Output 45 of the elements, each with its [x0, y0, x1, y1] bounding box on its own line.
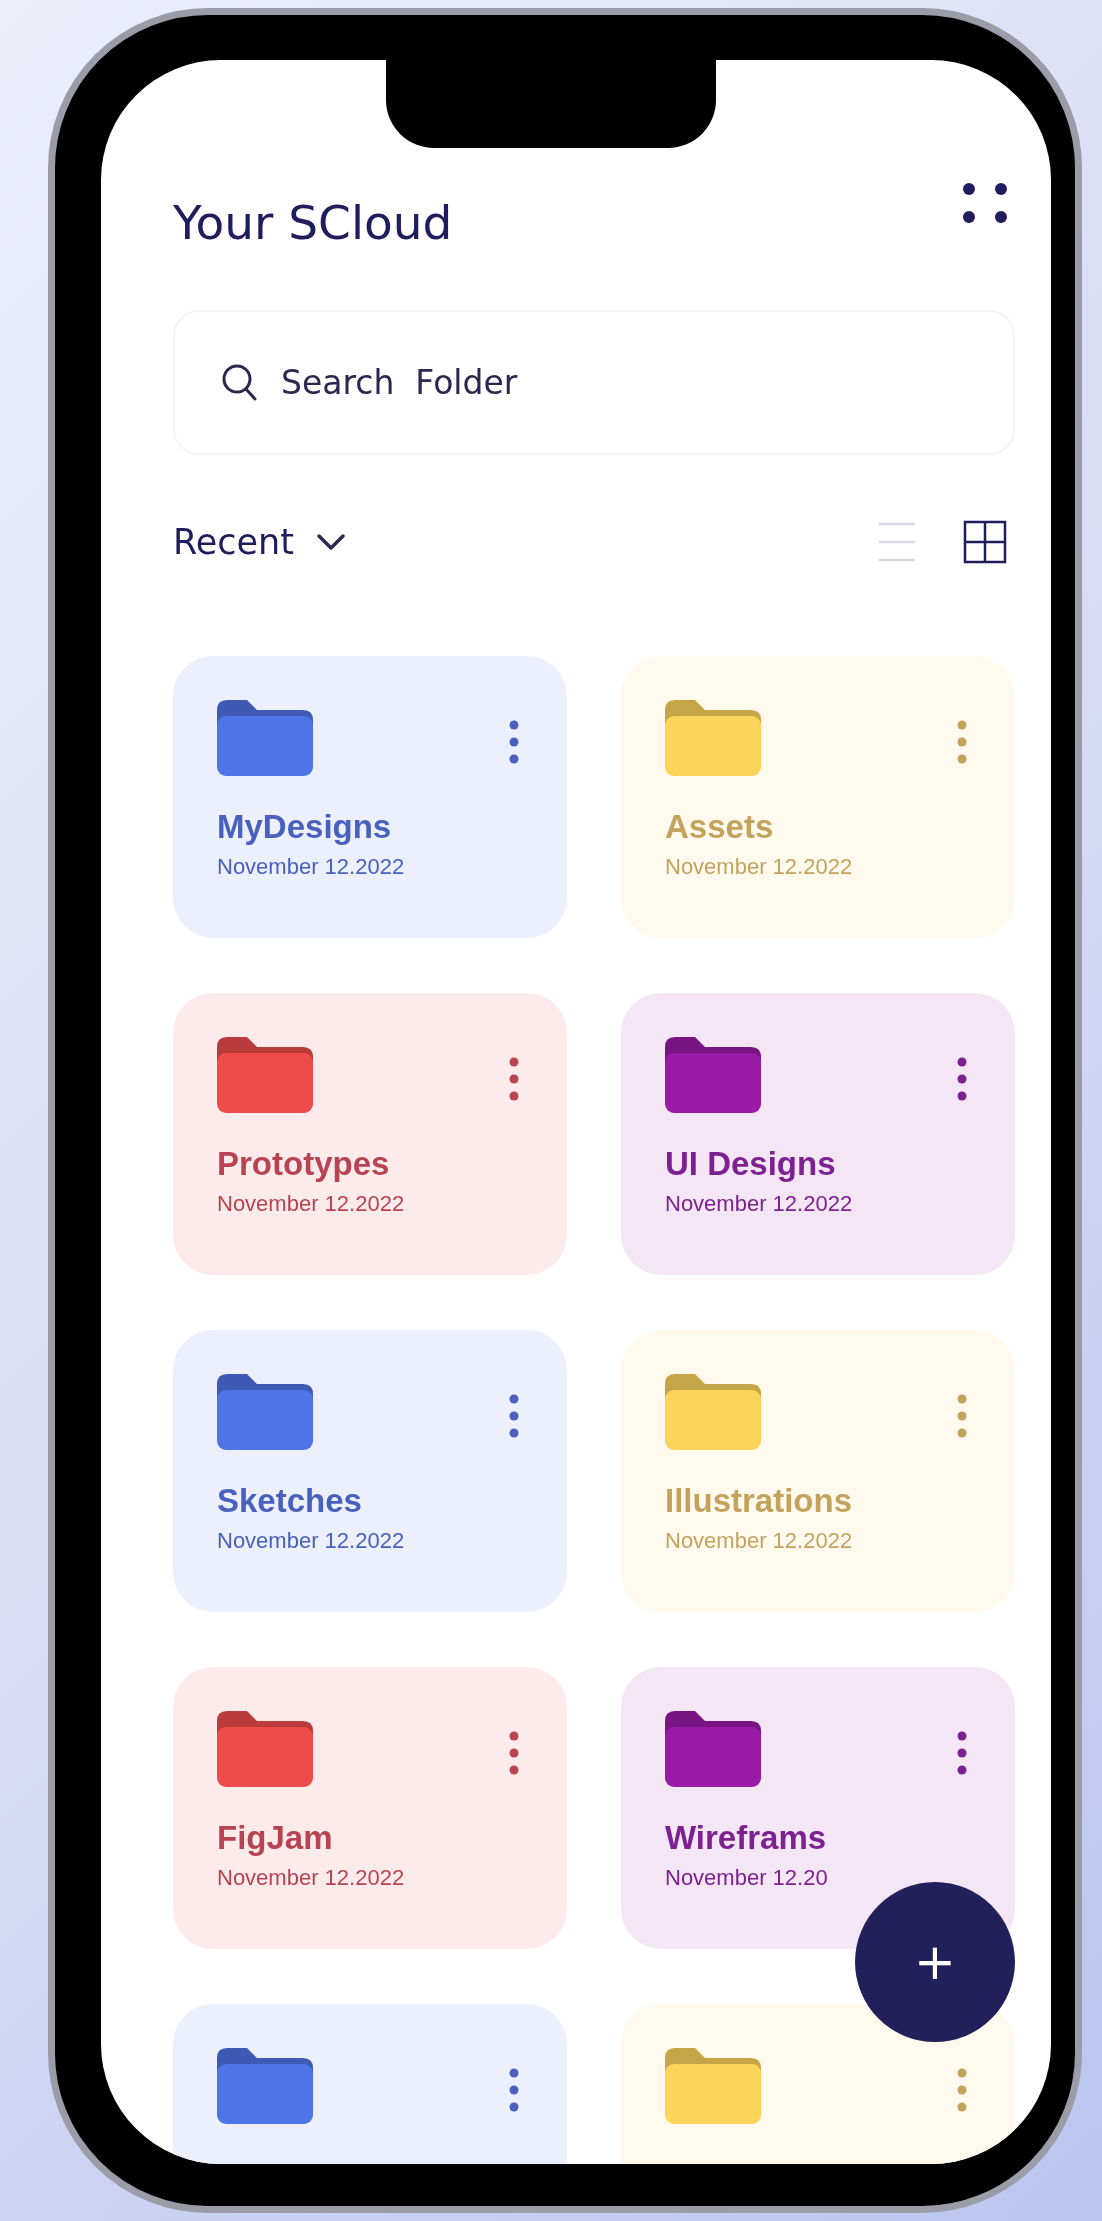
- folder-name: UI Designs: [665, 1145, 837, 1183]
- grid-view-icon[interactable]: [963, 520, 1007, 564]
- folder-date: November 12.2022: [217, 1865, 406, 1891]
- folder-date: November 12.2022: [665, 1528, 854, 1554]
- more-options-icon[interactable]: [509, 1057, 519, 1101]
- folder-name: Illustrations: [665, 1482, 854, 1520]
- folder-icon: [217, 1711, 313, 1787]
- folder-date: November 12.2022: [665, 1191, 854, 1217]
- folder-icon: [217, 2048, 313, 2124]
- folder-icon: [665, 700, 761, 776]
- folder-date: November 12.2022: [665, 854, 854, 880]
- search-icon: [221, 363, 257, 401]
- folder-name: MyDesigns: [217, 808, 393, 846]
- folder-date: November 12.20: [665, 1865, 829, 1891]
- folder-card[interactable]: Prototypes November 12.2022: [173, 993, 567, 1275]
- more-options-icon[interactable]: [957, 1057, 967, 1101]
- folder-name: Sketches: [217, 1482, 363, 1520]
- more-options-icon[interactable]: [509, 1731, 519, 1775]
- folder-card[interactable]: FigJam November 12.2022: [173, 1667, 567, 1949]
- more-options-icon[interactable]: [509, 2068, 519, 2112]
- menu-dots-icon[interactable]: [963, 182, 1007, 223]
- folder-icon: [665, 1374, 761, 1450]
- folder-date: November 12.2022: [217, 854, 406, 880]
- folder-name: Assets: [665, 808, 775, 846]
- folder-date: November 12.2022: [217, 1191, 406, 1217]
- folder-icon: [217, 1037, 313, 1113]
- more-options-icon[interactable]: [509, 720, 519, 764]
- folder-card[interactable]: Sketches November 12.2022: [173, 1330, 567, 1612]
- folder-date: November 12.2022: [217, 1528, 406, 1554]
- app-title: Your SCloud: [173, 195, 453, 250]
- folder-name: FigJam: [217, 1819, 334, 1857]
- folder-icon: [665, 1037, 761, 1113]
- folder-icon: [665, 2048, 761, 2124]
- folder-card[interactable]: MyDesigns November 12.2022: [173, 656, 567, 938]
- chevron-down-icon: [315, 532, 346, 552]
- more-options-icon[interactable]: [957, 1731, 967, 1775]
- folder-icon: [217, 1374, 313, 1450]
- more-options-icon[interactable]: [509, 1394, 519, 1438]
- folder-name: Prototypes: [217, 1145, 391, 1183]
- folder-name: Wireframs: [665, 1819, 828, 1857]
- folder-card[interactable]: UI Designs November 12.2022: [621, 993, 1015, 1275]
- folder-icon: [665, 1711, 761, 1787]
- search-field[interactable]: Search Folder: [173, 310, 1015, 455]
- folder-icon: [217, 700, 313, 776]
- recent-dropdown[interactable]: Recent: [173, 522, 346, 562]
